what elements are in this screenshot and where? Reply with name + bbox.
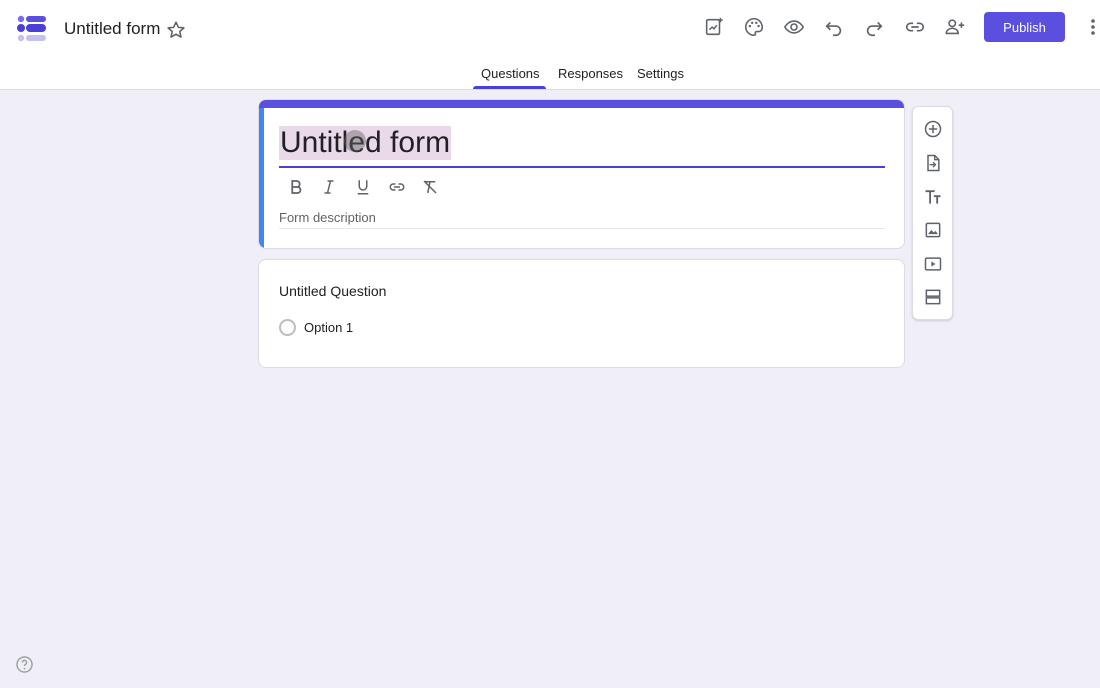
- preview-icon[interactable]: [782, 15, 806, 39]
- question-card[interactable]: Untitled Question Option 1: [258, 259, 905, 368]
- star-icon[interactable]: [165, 19, 187, 41]
- add-title-icon[interactable]: [922, 186, 944, 208]
- more-vert-icon[interactable]: [1084, 15, 1100, 39]
- card-accent-strip: [259, 100, 904, 108]
- help-icon[interactable]: [15, 655, 34, 674]
- italic-icon[interactable]: [318, 176, 340, 198]
- bold-icon[interactable]: [285, 176, 307, 198]
- add-section-icon[interactable]: [922, 286, 944, 308]
- import-questions-icon[interactable]: [922, 152, 944, 174]
- add-video-icon[interactable]: [922, 253, 944, 275]
- form-description-input[interactable]: Form description: [279, 210, 376, 225]
- tab-settings[interactable]: Settings: [637, 66, 684, 81]
- underline-icon[interactable]: [352, 176, 374, 198]
- add-image-icon[interactable]: [922, 219, 944, 241]
- add-collaborator-icon[interactable]: [943, 15, 967, 39]
- publish-button[interactable]: Publish: [984, 12, 1065, 42]
- palette-icon[interactable]: [742, 15, 766, 39]
- title-input-underline: [279, 166, 885, 168]
- link-icon[interactable]: [903, 15, 927, 39]
- tab-bar: Questions Responses Settings: [0, 62, 1100, 90]
- question-title[interactable]: Untitled Question: [279, 283, 386, 299]
- redo-icon[interactable]: [862, 15, 886, 39]
- radio-option-1[interactable]: [279, 319, 296, 336]
- text-link-icon[interactable]: [386, 176, 408, 198]
- option-label[interactable]: Option 1: [304, 320, 353, 335]
- top-bar: Untitled form Publish Questions Response…: [0, 0, 1100, 90]
- add-question-icon[interactable]: [922, 118, 944, 140]
- card-focus-strip: [259, 108, 264, 248]
- mouse-cursor: [344, 130, 366, 152]
- forms-logo-icon[interactable]: [16, 14, 48, 44]
- active-tab-indicator: [473, 86, 546, 89]
- customize-icon[interactable]: [702, 15, 726, 39]
- undo-icon[interactable]: [822, 15, 846, 39]
- form-title-card[interactable]: Untitled form Form description: [258, 99, 905, 249]
- tab-responses[interactable]: Responses: [558, 66, 623, 81]
- clear-format-icon[interactable]: [419, 176, 441, 198]
- side-toolbar: [912, 106, 953, 320]
- description-underline: [279, 228, 885, 229]
- form-name[interactable]: Untitled form: [64, 19, 160, 39]
- tab-questions[interactable]: Questions: [481, 66, 540, 81]
